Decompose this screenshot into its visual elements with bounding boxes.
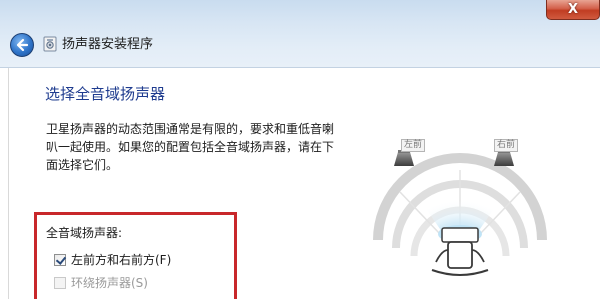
page-description: 卫星扬声器的动态范围通常是有限的，要求和重低音喇 叭一起使用。如果您的配置包括全… bbox=[46, 120, 346, 174]
back-button[interactable] bbox=[10, 33, 34, 57]
description-line: 面选择它们。 bbox=[46, 158, 119, 172]
close-button[interactable]: X bbox=[546, 0, 600, 20]
front-right-speaker-label: 右前 bbox=[494, 139, 519, 152]
back-arrow-icon bbox=[16, 38, 29, 52]
surround-speakers-option: 环绕扬声器(S) bbox=[54, 276, 148, 290]
speaker-setup-window: X 扬声器安装程序 选择全音域扬声器 卫星扬声器的动态范围通常是有限的，要求和重… bbox=[0, 0, 600, 299]
page-heading: 选择全音域扬声器 bbox=[45, 85, 166, 103]
front-right-speaker-icon bbox=[494, 150, 514, 166]
description-line: 叭一起使用。如果您的配置包括全音域扬声器，请在下 bbox=[46, 140, 335, 154]
front-left-right-label[interactable]: 左前方和右前方(F) bbox=[71, 253, 171, 267]
surround-speakers-checkbox bbox=[54, 277, 66, 289]
description-line: 卫星扬声器的动态范围通常是有限的，要求和重低音喇 bbox=[46, 122, 335, 136]
front-left-right-option[interactable]: 左前方和右前方(F) bbox=[54, 253, 171, 267]
front-left-right-checkbox[interactable] bbox=[54, 254, 66, 266]
title-bar bbox=[0, 0, 600, 68]
window-title: 扬声器安装程序 bbox=[62, 37, 154, 52]
front-left-speaker-label: 左前 bbox=[401, 139, 426, 152]
speaker-diagram bbox=[373, 150, 547, 276]
full-range-group-label: 全音域扬声器: bbox=[46, 226, 123, 240]
surround-speakers-label: 环绕扬声器(S) bbox=[71, 276, 148, 290]
close-icon: X bbox=[567, 2, 579, 17]
wizard-icon bbox=[43, 36, 57, 52]
front-left-speaker-icon bbox=[394, 150, 414, 166]
